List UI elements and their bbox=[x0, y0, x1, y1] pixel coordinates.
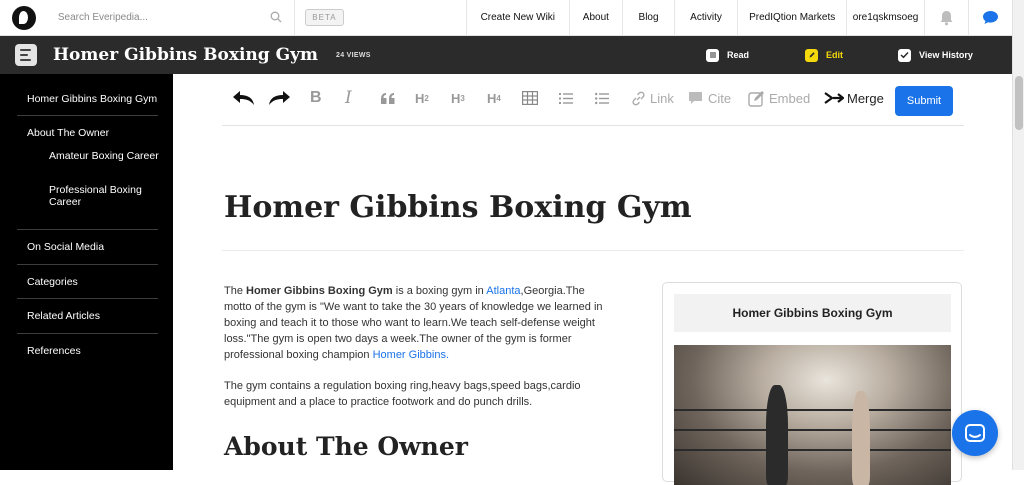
section-about-the-owner: About The Owner bbox=[224, 432, 468, 461]
page-scrollbar[interactable] bbox=[1012, 0, 1024, 470]
view-count: 24 VIEWS bbox=[336, 51, 371, 59]
blockquote-icon[interactable] bbox=[380, 86, 396, 110]
toc-menu-button[interactable] bbox=[15, 44, 37, 66]
heading2-icon[interactable]: H2 bbox=[415, 86, 429, 110]
ring-rope bbox=[674, 449, 951, 451]
toc-divider bbox=[17, 264, 158, 265]
heading4-icon[interactable]: H4 bbox=[487, 86, 501, 110]
embed-button[interactable]: Embed bbox=[748, 86, 810, 110]
logo-icon bbox=[11, 5, 36, 30]
boxer-figure bbox=[852, 391, 870, 485]
toc-item-categories[interactable]: Categories bbox=[27, 276, 78, 288]
nav-user-account[interactable]: ore1qskmsoeg bbox=[846, 0, 924, 36]
editor-toolbar: B I H2 H3 H4 Link Cite Embed Merge Submi… bbox=[222, 76, 964, 126]
read-button[interactable]: Read bbox=[706, 36, 749, 74]
toc-divider bbox=[17, 333, 158, 334]
link-icon bbox=[632, 91, 645, 105]
ring-rope bbox=[674, 409, 951, 411]
toc-divider bbox=[17, 229, 158, 230]
link-button[interactable]: Link bbox=[631, 86, 674, 110]
italic-icon[interactable]: I bbox=[345, 86, 352, 110]
merge-label: Merge bbox=[847, 90, 884, 106]
intro-paragraph: The Homer Gibbins Boxing Gym is a boxing… bbox=[224, 283, 609, 363]
beta-badge-wrap: BETA bbox=[295, 0, 410, 36]
nav-blog[interactable]: Blog bbox=[622, 0, 674, 36]
link-atlanta[interactable]: Atlanta bbox=[486, 285, 520, 297]
read-icon bbox=[706, 48, 719, 62]
toc-divider bbox=[17, 115, 158, 116]
toc-divider bbox=[17, 298, 158, 299]
toc-item-about-the-owner[interactable]: About The Owner bbox=[27, 127, 109, 139]
article-title-bar: Homer Gibbins Boxing Gym 24 VIEWS Read E… bbox=[0, 36, 1012, 74]
search-input[interactable] bbox=[57, 12, 278, 23]
text: The bbox=[224, 285, 247, 297]
search-icon[interactable] bbox=[270, 11, 282, 23]
toc-item-related-articles[interactable]: Related Articles bbox=[27, 310, 100, 322]
infobox-title: Homer Gibbins Boxing Gym bbox=[674, 294, 951, 332]
toc-item-professional-boxing-career[interactable]: Professional Boxing Career bbox=[49, 184, 159, 208]
heading3-icon[interactable]: H3 bbox=[451, 86, 465, 110]
bullet-list-icon[interactable] bbox=[595, 86, 609, 110]
top-nav: BETA Create New Wiki About Blog Activity… bbox=[0, 0, 1012, 36]
link-label: Link bbox=[650, 90, 674, 106]
title-divider bbox=[222, 250, 964, 251]
beta-badge: BETA bbox=[305, 9, 344, 26]
infobox-photo[interactable] bbox=[674, 345, 951, 485]
pencil-icon bbox=[805, 48, 818, 62]
toc-item-references[interactable]: References bbox=[27, 345, 81, 357]
cite-icon bbox=[689, 92, 702, 104]
merge-button[interactable]: Merge bbox=[824, 86, 884, 110]
link-homer-gibbins[interactable]: Homer Gibbins. bbox=[373, 349, 449, 361]
edit-label: Edit bbox=[826, 50, 843, 60]
infobox: Homer Gibbins Boxing Gym bbox=[662, 282, 962, 485]
submit-button[interactable]: Submit bbox=[895, 86, 953, 116]
nav-about[interactable]: About bbox=[568, 0, 623, 36]
toc-item-amateur-boxing-career[interactable]: Amateur Boxing Career bbox=[49, 150, 159, 162]
table-icon[interactable] bbox=[522, 86, 538, 110]
embed-icon bbox=[748, 90, 764, 107]
edit-button[interactable]: Edit bbox=[805, 36, 843, 74]
embed-label: Embed bbox=[769, 90, 811, 106]
toc-item-homer-gibbins-boxing-gym[interactable]: Homer Gibbins Boxing Gym bbox=[27, 93, 157, 105]
bold-gym-name: Homer Gibbins Boxing Gym bbox=[246, 285, 393, 297]
undo-arrow-icon bbox=[233, 91, 254, 105]
read-label: Read bbox=[727, 50, 750, 60]
search-bar bbox=[48, 0, 296, 36]
notifications-button[interactable] bbox=[923, 0, 968, 36]
menu-line bbox=[20, 59, 31, 61]
messages-button[interactable] bbox=[967, 0, 1012, 36]
everipedia-logo[interactable] bbox=[0, 0, 48, 36]
menu-line bbox=[20, 49, 31, 51]
bell-icon bbox=[940, 10, 953, 25]
undo-button[interactable] bbox=[231, 86, 257, 110]
ordered-list-icon[interactable] bbox=[559, 86, 573, 110]
chat-bubble-icon bbox=[982, 11, 998, 24]
chat-icon bbox=[965, 424, 985, 442]
redo-arrow-icon bbox=[269, 91, 290, 105]
cite-button[interactable]: Cite bbox=[688, 86, 731, 110]
merge-icon bbox=[824, 92, 844, 104]
nav-prediqtion-markets[interactable]: PredIQtion Markets bbox=[737, 0, 846, 36]
table-of-contents: Homer Gibbins Boxing Gym About The Owner… bbox=[0, 74, 173, 470]
nav-create-new-wiki[interactable]: Create New Wiki bbox=[466, 0, 568, 36]
bold-icon[interactable]: B bbox=[310, 86, 322, 110]
text: is a boxing gym in bbox=[392, 285, 487, 297]
view-history-button[interactable]: View History bbox=[898, 36, 973, 74]
ring-rope bbox=[674, 429, 951, 431]
menu-line bbox=[20, 54, 28, 56]
article-title: Homer Gibbins Boxing Gym bbox=[224, 190, 692, 225]
cite-label: Cite bbox=[708, 90, 732, 106]
facilities-paragraph: The gym contains a regulation boxing rin… bbox=[224, 380, 581, 408]
nav-activity[interactable]: Activity bbox=[673, 0, 737, 36]
boxer-figure bbox=[766, 385, 788, 485]
scrollbar-thumb[interactable] bbox=[1015, 76, 1023, 130]
redo-button[interactable] bbox=[266, 86, 292, 110]
checkmark-icon bbox=[898, 48, 911, 62]
toc-item-on-social-media[interactable]: On Social Media bbox=[27, 241, 104, 253]
chat-widget-button[interactable] bbox=[952, 410, 998, 456]
view-history-label: View History bbox=[919, 50, 973, 60]
page-title: Homer Gibbins Boxing Gym bbox=[53, 45, 318, 65]
